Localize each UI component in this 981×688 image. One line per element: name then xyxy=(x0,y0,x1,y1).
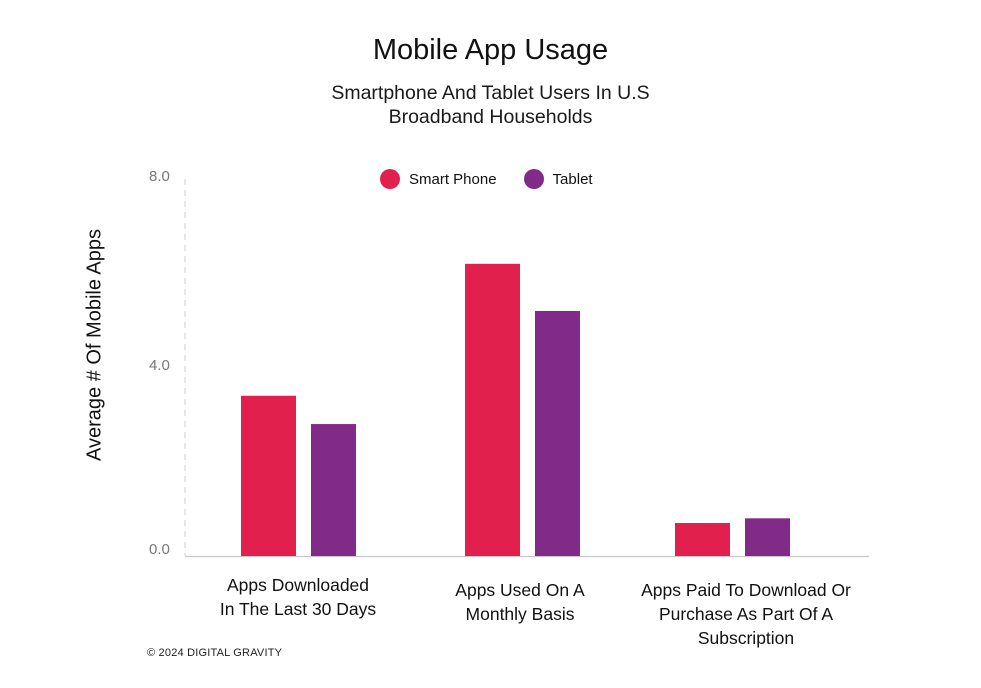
x-tick-label-line: Purchase As Part Of A xyxy=(658,604,834,624)
x-tick-label-line: Apps Paid To Download Or xyxy=(641,580,851,600)
bar-tablet-0[interactable] xyxy=(311,424,356,556)
x-tick-label-line: Apps Used On A xyxy=(455,580,585,600)
bar-tablet-1[interactable] xyxy=(535,310,580,556)
x-tick-label: Apps Used On A Monthly Basis xyxy=(390,578,650,626)
bar-smart-phone-1[interactable] xyxy=(465,263,520,556)
x-tick-label-line: Monthly Basis xyxy=(465,604,575,624)
bar-smart-phone-0[interactable] xyxy=(241,395,296,556)
x-tick-label: Apps Paid To Download Or Purchase As Part… xyxy=(616,578,876,650)
x-tick-label-line: Subscription xyxy=(697,628,795,648)
x-tick-label: Apps Downloaded In The Last 30 Days xyxy=(168,573,428,621)
x-tick-label-line: Apps Downloaded xyxy=(226,575,370,595)
y-tick-label: 8.0 xyxy=(149,168,170,185)
bar-tablet-2[interactable] xyxy=(745,518,790,556)
y-tick-label: 4.0 xyxy=(149,356,170,374)
copyright-footer: © 2024 DIGITAL GRAVITY xyxy=(147,647,283,659)
y-tick-label: 0.0 xyxy=(149,541,170,558)
bar-smart-phone-2[interactable] xyxy=(675,523,730,556)
x-tick-label-line: In The Last 30 Days xyxy=(219,599,377,619)
